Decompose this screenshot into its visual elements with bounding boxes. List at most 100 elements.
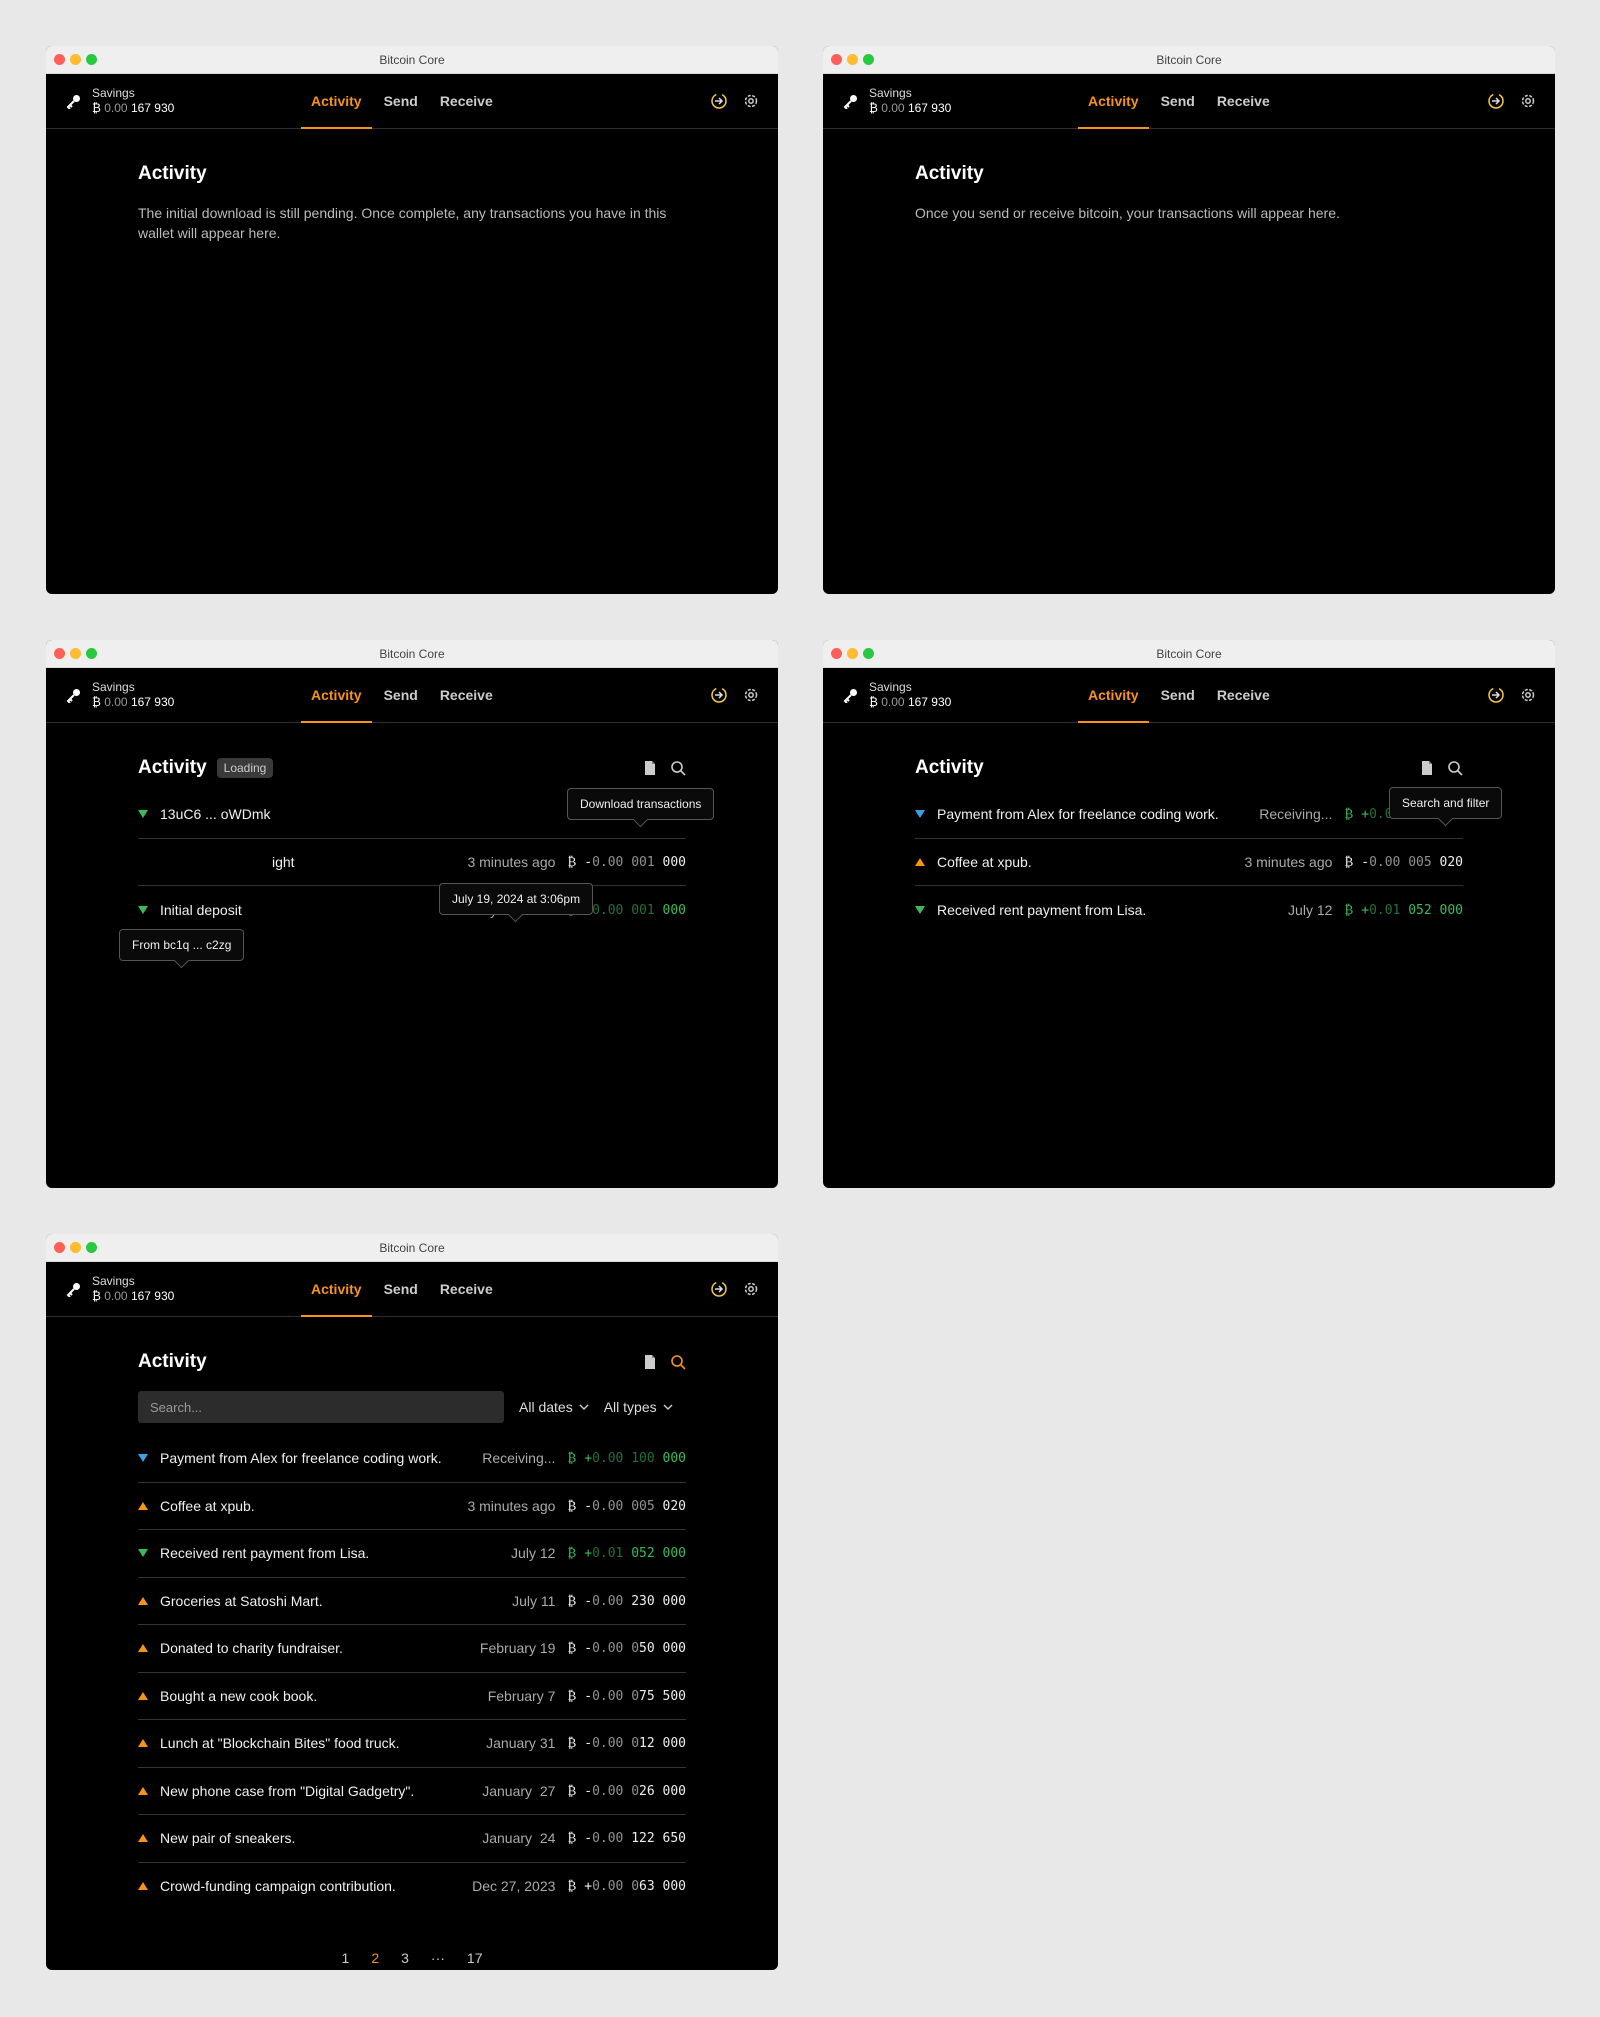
wallet-selector[interactable]: Savings ₿ 0.00 167 930 <box>843 86 951 116</box>
transaction-list: Payment from Alex for freelance coding w… <box>138 1435 686 1910</box>
title-bar: Bitcoin Core <box>823 46 1555 74</box>
list-item[interactable]: Groceries at Satoshi Mart. July 11 ₿ -0.… <box>138 1578 686 1625</box>
list-item[interactable]: Donated to charity fundraiser. February … <box>138 1625 686 1673</box>
wallet-name: Savings <box>92 680 135 694</box>
tab-send[interactable]: Send <box>374 74 428 129</box>
page-title: Activity <box>138 163 207 184</box>
network-sync-icon[interactable] <box>1487 92 1505 110</box>
tx-date: July 12 <box>1288 901 1333 918</box>
page-link-2-current[interactable]: 2 <box>371 1950 379 1966</box>
gear-icon[interactable] <box>742 686 760 704</box>
app-header: Savings ₿ 0.00 167 930 Activity Send Rec… <box>46 668 778 723</box>
key-icon <box>843 95 857 109</box>
tab-send[interactable]: Send <box>1151 74 1205 129</box>
date-filter-dropdown[interactable]: All dates <box>519 1399 589 1415</box>
search-icon[interactable] <box>670 1354 686 1370</box>
tx-amount: ₿ -0.00 230 000 <box>567 1593 686 1609</box>
page-link-1[interactable]: 1 <box>342 1950 350 1966</box>
network-sync-icon[interactable] <box>710 92 728 110</box>
window-loading-activity: Bitcoin Core Savings ₿ 0.00 167 930 Acti… <box>46 640 778 1188</box>
tab-activity[interactable]: Activity <box>301 1262 372 1317</box>
tab-receive[interactable]: Receive <box>1207 74 1280 129</box>
list-item[interactable]: New phone case from "Digital Gadgetry". … <box>138 1768 686 1815</box>
list-item[interactable]: ight 3 minutes ago ₿ -0.00 001 000 <box>138 839 686 886</box>
tx-label: New pair of sneakers. <box>160 1830 296 1847</box>
page-link-3[interactable]: 3 <box>401 1950 409 1966</box>
list-item[interactable]: Bought a new cook book. February 7 ₿ -0.… <box>138 1673 686 1720</box>
tx-date: January 31 <box>486 1735 556 1752</box>
tab-receive[interactable]: Receive <box>430 668 503 723</box>
wallet-selector[interactable]: Savings ₿ 0.00 167 930 <box>66 86 174 116</box>
tab-receive[interactable]: Receive <box>430 1262 503 1317</box>
network-sync-icon[interactable] <box>710 1280 728 1298</box>
type-filter-dropdown[interactable]: All types <box>604 1399 673 1415</box>
gear-icon[interactable] <box>1519 92 1537 110</box>
tx-amount: ₿ +0.01 052 000 <box>1344 902 1463 918</box>
network-sync-icon[interactable] <box>710 686 728 704</box>
list-item[interactable]: Payment from Alex for freelance coding w… <box>915 791 1463 839</box>
tab-receive[interactable]: Receive <box>1207 668 1280 723</box>
outgoing-arrow-icon <box>138 1786 148 1795</box>
search-input[interactable] <box>138 1391 504 1423</box>
window-activity-list: Bitcoin Core Savings ₿ 0.00 167 930 Acti… <box>823 640 1555 1188</box>
tx-label: Lunch at "Blockchain Bites" food truck. <box>160 1735 400 1752</box>
tab-send[interactable]: Send <box>1151 668 1205 723</box>
tab-receive[interactable]: Receive <box>430 74 503 129</box>
window-title: Bitcoin Core <box>379 1241 445 1255</box>
list-item[interactable]: Coffee at xpub. 3 minutes ago ₿ -0.00 00… <box>915 839 1463 886</box>
list-item[interactable]: Lunch at "Blockchain Bites" food truck. … <box>138 1720 686 1768</box>
tx-label: Payment from Alex for freelance coding w… <box>160 1450 442 1467</box>
outgoing-arrow-icon <box>138 1691 148 1700</box>
tab-activity[interactable]: Activity <box>301 668 372 723</box>
empty-state-message: Once you send or receive bitcoin, your t… <box>915 205 1340 221</box>
list-item[interactable]: Coffee at xpub. 3 minutes ago ₿ -0.00 00… <box>138 1483 686 1530</box>
page-link-17[interactable]: 17 <box>467 1950 483 1966</box>
gear-icon[interactable] <box>742 1280 760 1298</box>
incoming-arrow-icon <box>138 1549 148 1558</box>
loading-badge: Loading <box>216 758 274 778</box>
window-title: Bitcoin Core <box>1156 647 1222 661</box>
incoming-arrow-icon <box>915 905 925 914</box>
key-icon <box>66 95 80 109</box>
list-item[interactable]: New pair of sneakers. January 24 ₿ -0.00… <box>138 1815 686 1863</box>
list-item[interactable]: Crowd-funding campaign contribution. Dec… <box>138 1863 686 1911</box>
tab-send[interactable]: Send <box>374 1262 428 1317</box>
tooltip-transaction-date: July 19, 2024 at 3:06pm <box>439 883 594 915</box>
main-nav: Activity Send Receive <box>301 1262 505 1317</box>
tx-date: 3 minutes ago <box>1244 853 1333 870</box>
wallet-balance: ₿ 0.00 167 930 <box>92 101 175 115</box>
wallet-balance: ₿ 0.00 167 930 <box>869 101 952 115</box>
wallet-selector[interactable]: Savings ₿ 0.00 167 930 <box>66 680 174 710</box>
key-icon <box>66 689 80 703</box>
window-title: Bitcoin Core <box>1156 53 1222 67</box>
network-sync-icon[interactable] <box>1487 686 1505 704</box>
window-title: Bitcoin Core <box>379 53 445 67</box>
gear-icon[interactable] <box>1519 686 1537 704</box>
chevron-down-icon <box>663 1404 673 1410</box>
download-document-icon[interactable] <box>642 760 658 776</box>
page-title: Activity <box>138 757 207 778</box>
wallet-selector[interactable]: Savings ₿ 0.00 167 930 <box>66 1274 174 1304</box>
wallet-selector[interactable]: Savings ₿ 0.00 167 930 <box>843 680 951 710</box>
list-item[interactable]: Received rent payment from Lisa. July 12… <box>915 886 1463 934</box>
tx-label: Bought a new cook book. <box>160 1687 318 1704</box>
tab-activity[interactable]: Activity <box>301 74 372 129</box>
tx-amount: ₿ +0.01 052 000 <box>567 1546 686 1562</box>
list-item[interactable]: Received rent payment from Lisa. July 12… <box>138 1530 686 1578</box>
tx-amount: ₿ -0.00 122 650 <box>567 1831 686 1847</box>
wallet-balance: ₿ 0.00 167 930 <box>92 1289 175 1303</box>
transaction-list: Payment from Alex for freelance coding w… <box>915 791 1463 934</box>
download-document-icon[interactable] <box>1419 760 1435 776</box>
page-title: Activity <box>915 163 984 184</box>
list-item[interactable]: Payment from Alex for freelance coding w… <box>138 1435 686 1483</box>
search-icon[interactable] <box>1447 760 1463 776</box>
search-icon[interactable] <box>670 760 686 776</box>
tab-activity[interactable]: Activity <box>1078 668 1149 723</box>
tab-send[interactable]: Send <box>374 668 428 723</box>
list-item[interactable]: Initial deposit July 12, 2021 ₿ +0.00 00… <box>138 886 686 934</box>
tx-label: Crowd-funding campaign contribution. <box>160 1878 396 1895</box>
tab-activity[interactable]: Activity <box>1078 74 1149 129</box>
download-document-icon[interactable] <box>642 1354 658 1370</box>
gear-icon[interactable] <box>742 92 760 110</box>
tx-label: 13uC6 ... oWDmk <box>160 806 271 823</box>
